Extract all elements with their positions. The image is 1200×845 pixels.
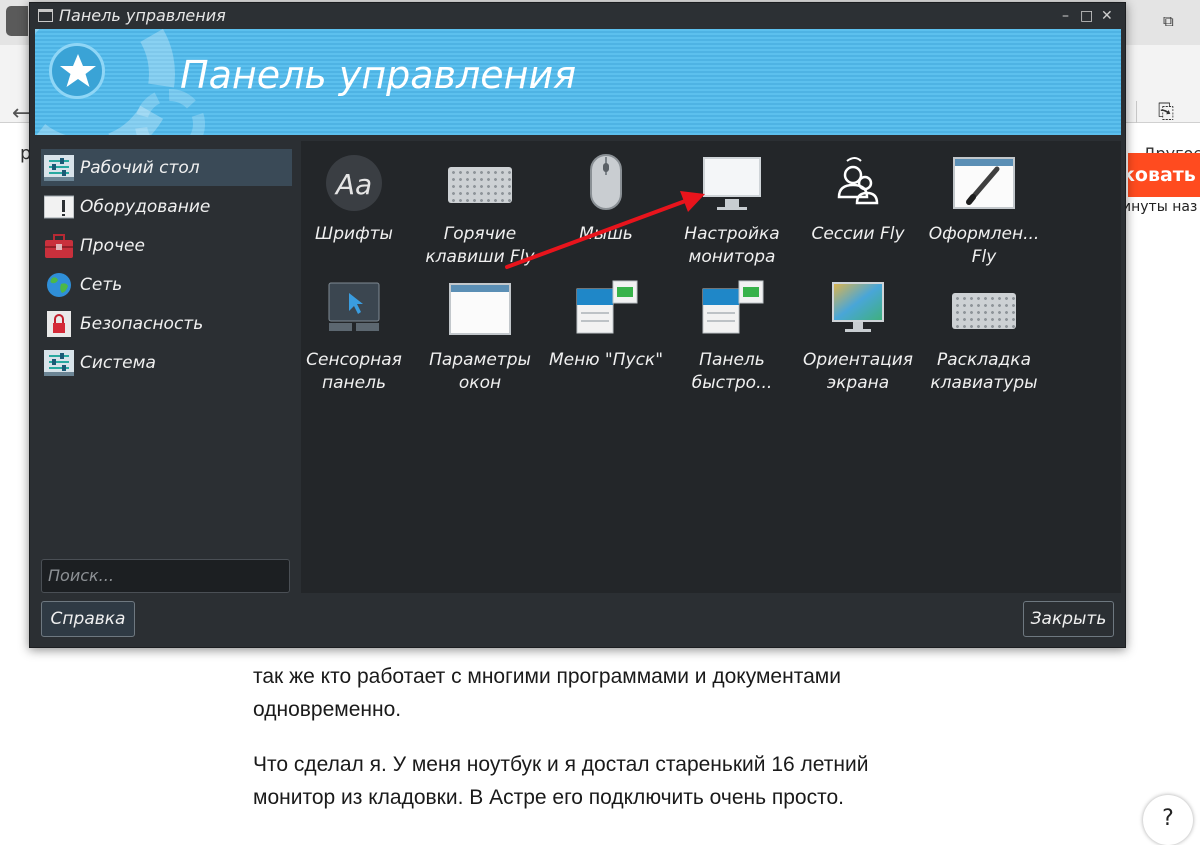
annotation-arrow-icon bbox=[505, 191, 705, 269]
